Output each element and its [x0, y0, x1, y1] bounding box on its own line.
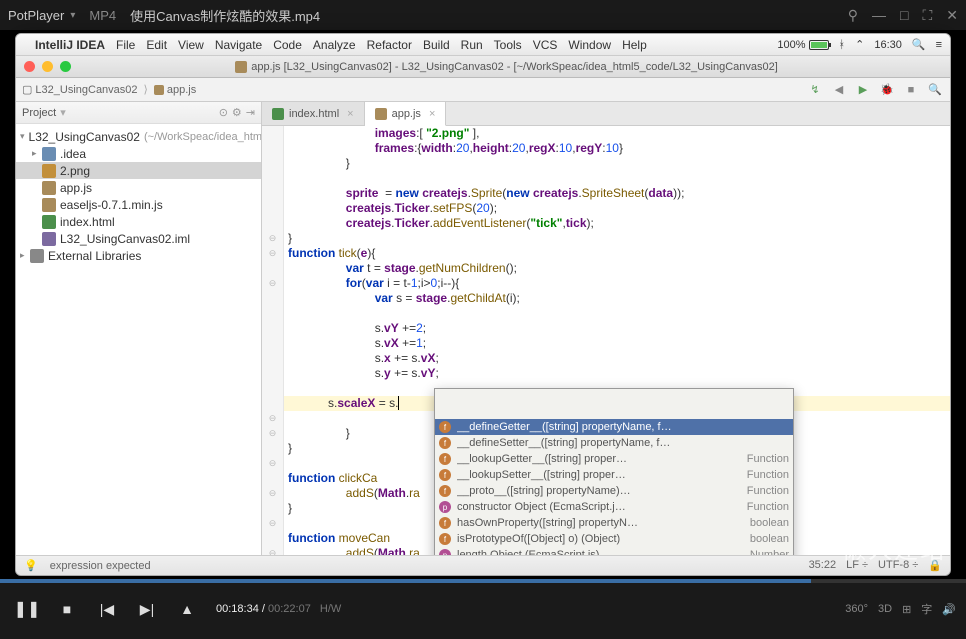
- autocomplete-item[interactable]: fhasOwnProperty([string] propertyN…boole…: [435, 515, 793, 531]
- collapse-icon[interactable]: ⊙: [219, 106, 228, 119]
- search-button[interactable]: 🔍: [926, 81, 944, 99]
- settings-icon[interactable]: ⚙: [232, 106, 242, 119]
- mac-menu-bar: IntelliJ IDEA File Edit View Navigate Code An…: [16, 34, 950, 56]
- menu-item[interactable]: Tools: [494, 38, 522, 52]
- chevron-down-icon[interactable]: ▾: [70, 10, 75, 21]
- tree-item[interactable]: L32_UsingCanvas02.iml: [16, 230, 261, 247]
- app-menu[interactable]: IntelliJ IDEA: [35, 38, 105, 52]
- 3d-button[interactable]: 3D: [878, 603, 892, 615]
- editor-tab[interactable]: app.js×: [365, 102, 447, 126]
- editor-gutter[interactable]: ⊖⊖⊖⊖⊖⊖⊖⊖⊖⊖: [262, 126, 284, 555]
- tree-item[interactable]: ▸.idea: [16, 145, 261, 162]
- menu-item[interactable]: View: [178, 38, 204, 52]
- prev-button[interactable]: |◀: [90, 592, 124, 626]
- time-display: 00:18:34 / 00:22:07 H/W: [216, 603, 341, 615]
- menu-item[interactable]: File: [116, 38, 135, 52]
- window-header: app.js [L32_UsingCanvas02] - L32_UsingCa…: [16, 56, 950, 78]
- project-tree[interactable]: ▾L32_UsingCanvas02(~/WorkSpeac/idea_html…: [16, 124, 261, 555]
- maximize-button[interactable]: □: [900, 7, 908, 24]
- menu-item[interactable]: Window: [568, 38, 611, 52]
- autocomplete-item[interactable]: fisPrototypeOf([Object] o) (Object)boole…: [435, 531, 793, 547]
- editor-tab[interactable]: index.html×: [262, 102, 365, 125]
- project-panel: Project ▾ ⊙ ⚙ ⇥ ▾L32_UsingCanvas02(~/Wor…: [16, 102, 262, 555]
- play-pause-button[interactable]: ❚❚: [10, 592, 44, 626]
- menu-icon[interactable]: ≡: [936, 39, 942, 51]
- breadcrumb-root[interactable]: ▢ L32_UsingCanvas02: [22, 83, 138, 96]
- app-name: PotPlayer: [8, 8, 64, 23]
- menu-item[interactable]: Run: [461, 38, 483, 52]
- debug-button[interactable]: 🐞: [878, 81, 896, 99]
- hide-icon[interactable]: ⇥: [246, 106, 255, 119]
- ide-window: IntelliJ IDEA File Edit View Navigate Code An…: [15, 33, 951, 576]
- run-button[interactable]: ▶: [854, 81, 872, 99]
- window-title: app.js [L32_UsingCanvas02] - L32_UsingCa…: [251, 61, 778, 73]
- project-panel-title: Project: [22, 107, 56, 119]
- menu-item[interactable]: Code: [273, 38, 302, 52]
- autocomplete-item[interactable]: f__defineSetter__([string] propertyName,…: [435, 435, 793, 451]
- format-badge: MP4: [89, 8, 116, 23]
- autocomplete-item[interactable]: f__defineGetter__([string] propertyName,…: [435, 419, 793, 435]
- aspect-button[interactable]: ⊞: [902, 603, 911, 616]
- menu-item[interactable]: Build: [423, 38, 450, 52]
- close-tab-icon[interactable]: ×: [429, 108, 435, 120]
- toolbar: ▢ L32_UsingCanvas02 app.js ↯ ◀ ▶ 🐞 ■ 🔍: [16, 78, 950, 102]
- autocomplete-item[interactable]: f__proto__([string] propertyName)…Functi…: [435, 483, 793, 499]
- menu-item[interactable]: Help: [622, 38, 647, 52]
- 360-button[interactable]: 360°: [845, 603, 868, 615]
- autocomplete-item[interactable]: f__lookupGetter__([string] proper…Functi…: [435, 451, 793, 467]
- menu-item[interactable]: Edit: [146, 38, 167, 52]
- potplayer-title-bar: PotPlayer ▾ MP4 使用Canvas制作炫酷的效果.mp4 ⚲ — …: [0, 0, 966, 30]
- bulb-icon[interactable]: 💡: [24, 559, 38, 572]
- tree-item[interactable]: index.html: [16, 213, 261, 230]
- tree-item[interactable]: ▸External Libraries: [16, 247, 261, 264]
- battery-indicator: 100%: [777, 39, 828, 51]
- stop-button[interactable]: ■: [50, 592, 84, 626]
- status-message: expression expected: [50, 560, 151, 572]
- status-bar: 💡 expression expected 35:22 LF ÷ UTF-8 ÷…: [16, 555, 950, 575]
- next-button[interactable]: ▶|: [130, 592, 164, 626]
- menu-item[interactable]: Refactor: [367, 38, 412, 52]
- fullscreen-button[interactable]: ⛶: [922, 7, 932, 24]
- minimize-button[interactable]: —: [872, 7, 886, 24]
- pin-icon[interactable]: ⚲: [848, 7, 858, 24]
- editor-code[interactable]: images:[ "2.png" ], frames:{width:20,hei…: [284, 126, 950, 555]
- bluetooth-icon[interactable]: ᚼ: [839, 39, 846, 51]
- clock: 16:30: [874, 39, 902, 51]
- subtitle-button[interactable]: 字: [921, 601, 932, 617]
- close-traffic-light[interactable]: [24, 61, 35, 72]
- eject-button[interactable]: ▲: [170, 592, 204, 626]
- autocomplete-popup[interactable]: f__defineGetter__([string] propertyName,…: [434, 388, 794, 555]
- tree-item[interactable]: easeljs-0.7.1.min.js: [16, 196, 261, 213]
- volume-button[interactable]: 🔊: [942, 603, 956, 616]
- menu-item[interactable]: VCS: [533, 38, 558, 52]
- make-button[interactable]: ↯: [806, 81, 824, 99]
- menu-item[interactable]: Analyze: [313, 38, 356, 52]
- video-filename: 使用Canvas制作炫酷的效果.mp4: [130, 6, 320, 25]
- file-icon: [235, 61, 247, 73]
- zoom-traffic-light[interactable]: [60, 61, 71, 72]
- watermark: 懒人建站: [842, 530, 946, 565]
- close-tab-icon[interactable]: ×: [347, 108, 353, 120]
- autocomplete-item[interactable]: plength Object (EcmaScript.js)Number: [435, 547, 793, 555]
- breadcrumb-file[interactable]: app.js: [154, 84, 196, 96]
- player-controls: ❚❚ ■ |◀ ▶| ▲ 00:18:34 / 00:22:07 H/W 360…: [0, 579, 966, 639]
- minimize-traffic-light[interactable]: [42, 61, 53, 72]
- autocomplete-item[interactable]: f__lookupSetter__([string] proper…Functi…: [435, 467, 793, 483]
- tree-item[interactable]: 2.png: [16, 162, 261, 179]
- tree-item[interactable]: ▾L32_UsingCanvas02(~/WorkSpeac/idea_html…: [16, 128, 261, 145]
- editor-tabs: index.html×app.js×: [262, 102, 950, 126]
- spotlight-icon[interactable]: 🔍: [912, 38, 926, 51]
- menu-item[interactable]: Navigate: [215, 38, 262, 52]
- autocomplete-item[interactable]: pconstructor Object (EcmaScript.j…Functi…: [435, 499, 793, 515]
- tree-item[interactable]: app.js: [16, 179, 261, 196]
- nav-back-button[interactable]: ◀: [830, 81, 848, 99]
- wifi-icon[interactable]: ⌃: [855, 38, 864, 51]
- close-button[interactable]: ✕: [946, 7, 958, 24]
- video-viewport[interactable]: IntelliJ IDEA File Edit View Navigate Code An…: [0, 30, 966, 579]
- stop-button[interactable]: ■: [902, 81, 920, 99]
- cursor-position[interactable]: 35:22: [809, 559, 837, 572]
